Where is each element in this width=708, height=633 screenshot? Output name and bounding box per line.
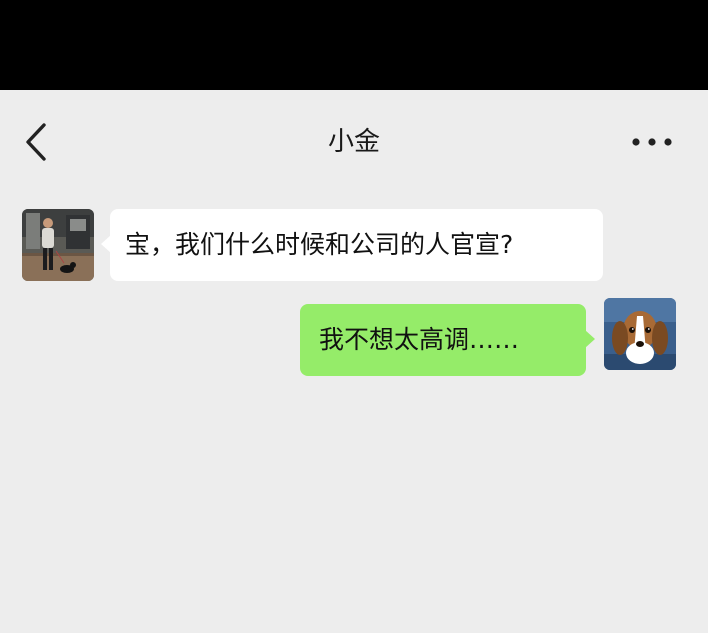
status-bar [0,0,708,90]
more-dots-icon [632,138,672,146]
contact-avatar[interactable] [22,209,94,281]
back-button[interactable] [18,122,58,162]
more-button[interactable] [624,124,680,160]
outgoing-message-bubble[interactable]: 我不想太高调…… [300,304,595,376]
chat-title: 小金 [327,127,380,157]
chat-header: 小金 [0,90,708,194]
my-avatar[interactable] [604,298,676,370]
incoming-message-bubble[interactable]: 宝，我们什么时候和公司的人官宣? [101,209,603,281]
chevron-left-icon [26,123,46,161]
message-list[interactable]: 宝，我们什么时候和公司的人官宣? 我不想太高调…… [0,194,708,633]
person-walking-dog-photo [22,209,94,281]
beagle-dog-photo [604,298,676,370]
